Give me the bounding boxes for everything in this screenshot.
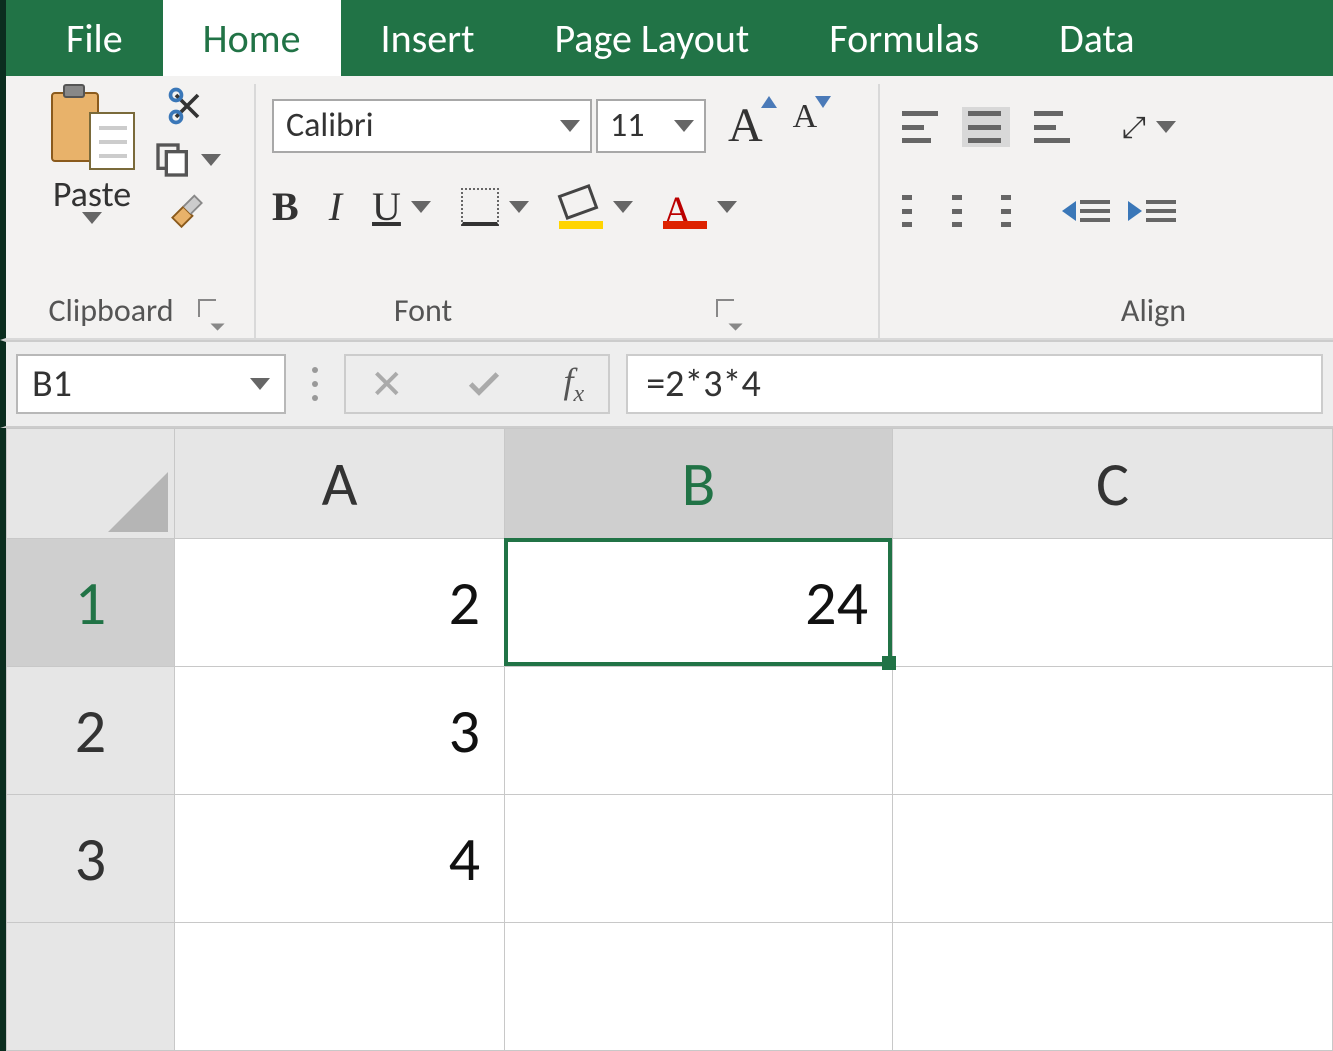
- cell-a2[interactable]: 3: [175, 667, 505, 795]
- formula-bar-input[interactable]: =2*3*4: [626, 354, 1323, 414]
- group-font: Calibri 11 A A B I U: [256, 84, 880, 338]
- borders-button[interactable]: [461, 188, 529, 226]
- row-header-4[interactable]: [7, 923, 175, 1051]
- align-bottom-button[interactable]: [1028, 107, 1076, 147]
- chevron-down-icon: [201, 154, 221, 166]
- cell-b4[interactable]: [505, 923, 893, 1051]
- tab-insert[interactable]: Insert: [341, 0, 515, 76]
- font-size-value: 11: [610, 105, 644, 146]
- align-left-button[interactable]: [896, 191, 924, 231]
- chevron-down-icon: [1156, 121, 1176, 133]
- formula-edit-buttons: ✕ fx: [344, 354, 610, 414]
- resize-handle[interactable]: [302, 367, 328, 401]
- column-header-a[interactable]: A: [175, 429, 505, 539]
- copy-icon: [153, 140, 193, 180]
- paste-label: Paste: [53, 172, 131, 216]
- orientation-button[interactable]: ⤢: [1122, 109, 1176, 146]
- font-name-value: Calibri: [286, 105, 374, 146]
- italic-button[interactable]: I: [329, 183, 342, 230]
- clipboard-launcher-icon[interactable]: [198, 299, 222, 323]
- cell-c2[interactable]: [893, 667, 1333, 795]
- align-middle-button[interactable]: [962, 107, 1010, 147]
- chevron-down-icon: [509, 201, 529, 213]
- paint-bucket-icon: [559, 187, 603, 227]
- tab-data[interactable]: Data: [1019, 0, 1174, 76]
- name-box[interactable]: B1: [16, 354, 286, 414]
- column-header-b[interactable]: B: [505, 429, 893, 539]
- scissors-icon: [165, 84, 209, 128]
- cell-c4[interactable]: [893, 923, 1333, 1051]
- row-header-3[interactable]: 3: [7, 795, 175, 923]
- name-box-value: B1: [32, 361, 72, 407]
- cell-a3[interactable]: 4: [175, 795, 505, 923]
- chevron-down-icon: [613, 201, 633, 213]
- select-all-corner[interactable]: [7, 429, 175, 539]
- arrow-left-icon: [1062, 201, 1076, 221]
- group-alignment: ⤢ Align: [880, 84, 1176, 338]
- cell-b2[interactable]: [505, 667, 893, 795]
- align-right-button[interactable]: [989, 191, 1017, 231]
- borders-icon: [461, 188, 499, 226]
- format-painter-button[interactable]: [165, 192, 209, 236]
- group-clipboard: Paste: [16, 84, 256, 338]
- paste-button[interactable]: Paste: [49, 84, 135, 224]
- font-launcher-icon[interactable]: [716, 299, 740, 323]
- cancel-formula-button[interactable]: ✕: [370, 360, 404, 409]
- ribbon-tabs: File Home Insert Page Layout Formulas Da…: [0, 0, 1333, 76]
- decrease-font-size-button[interactable]: A: [793, 98, 818, 153]
- align-top-button[interactable]: [896, 107, 944, 147]
- decrease-indent-button[interactable]: [1062, 200, 1110, 222]
- font-color-button[interactable]: A: [663, 187, 737, 227]
- chevron-down-icon: [717, 201, 737, 213]
- underline-icon: U: [372, 183, 401, 230]
- tab-formulas[interactable]: Formulas: [789, 0, 1019, 76]
- formula-bar-value: =2*3*4: [646, 361, 761, 407]
- chevron-down-icon: [560, 120, 580, 132]
- underline-button[interactable]: U: [372, 183, 431, 230]
- insert-function-button[interactable]: fx: [564, 360, 585, 408]
- tab-pagelayout[interactable]: Page Layout: [515, 0, 790, 76]
- font-size-combo[interactable]: 11: [596, 99, 706, 153]
- group-alignment-label: Align: [1121, 291, 1186, 330]
- formula-bar-row: B1 ✕ fx =2*3*4: [0, 340, 1333, 428]
- row-header-2[interactable]: 2: [7, 667, 175, 795]
- orientation-icon: ⤢: [1122, 109, 1146, 146]
- font-color-icon: A: [663, 187, 707, 227]
- chevron-down-icon: [674, 120, 694, 132]
- cell-a1[interactable]: 2: [175, 539, 505, 667]
- paste-icon: [49, 84, 135, 170]
- increase-indent-button[interactable]: [1128, 200, 1176, 222]
- paintbrush-icon: [165, 192, 209, 236]
- accept-formula-button[interactable]: [464, 364, 504, 404]
- cell-a4[interactable]: [175, 923, 505, 1051]
- row-header-1[interactable]: 1: [7, 539, 175, 667]
- bold-button[interactable]: B: [272, 183, 299, 230]
- group-font-label: Font: [394, 291, 452, 330]
- cell-b3[interactable]: [505, 795, 893, 923]
- font-name-combo[interactable]: Calibri: [272, 99, 592, 153]
- arrow-right-icon: [1128, 201, 1142, 221]
- tab-file[interactable]: File: [26, 0, 163, 76]
- paste-dropdown-icon[interactable]: [82, 212, 102, 224]
- cut-button[interactable]: [165, 84, 209, 128]
- worksheet: A B C 1 2 24 2 3 3 4: [0, 428, 1333, 1051]
- chevron-down-icon: [250, 378, 270, 390]
- chevron-down-icon: [411, 201, 431, 213]
- grid[interactable]: A B C 1 2 24 2 3 3 4: [6, 428, 1333, 1051]
- cell-b1[interactable]: 24: [505, 539, 893, 667]
- align-center-button[interactable]: [942, 191, 970, 231]
- column-header-c[interactable]: C: [893, 429, 1333, 539]
- ribbon: Paste: [0, 76, 1333, 340]
- tab-home[interactable]: Home: [163, 0, 341, 76]
- fill-color-button[interactable]: [559, 187, 633, 227]
- copy-button[interactable]: [153, 140, 221, 180]
- cell-c3[interactable]: [893, 795, 1333, 923]
- increase-font-size-button[interactable]: A: [728, 98, 763, 153]
- cell-c1[interactable]: [893, 539, 1333, 667]
- group-clipboard-label: Clipboard: [48, 291, 173, 330]
